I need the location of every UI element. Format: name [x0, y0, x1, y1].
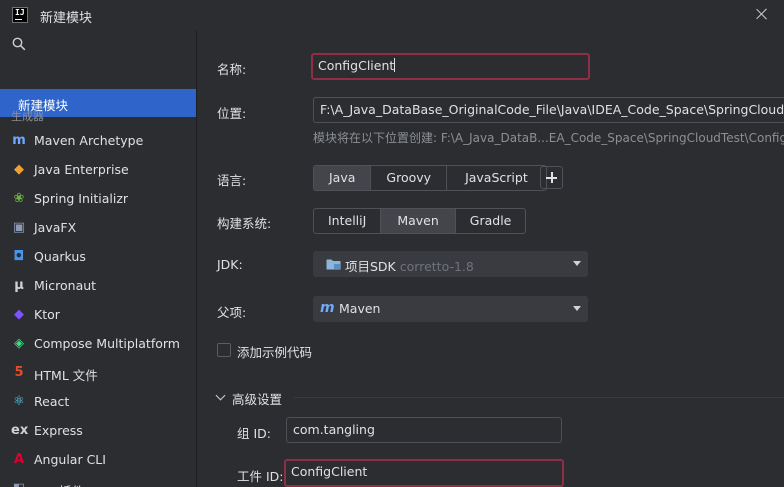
sidebar-item-label: JavaFX [34, 220, 77, 235]
sidebar-item-ktor[interactable]: ◆ Ktor [0, 301, 196, 330]
sidebar-item-javafx[interactable]: ▣ JavaFX [0, 214, 196, 243]
sidebar-item-label: HTML 文件 [34, 368, 98, 383]
html5-icon: 5 [14, 365, 24, 380]
chevron-down-icon [215, 390, 226, 401]
build-option-gradle[interactable]: Gradle [456, 209, 526, 233]
group-id-value: com.tangling [293, 422, 375, 437]
sidebar-item-label: Maven Archetype [34, 133, 144, 148]
name-input[interactable]: ConfigClient [311, 53, 590, 80]
javafx-icon: ▣ [12, 220, 26, 235]
sidebar-item-micronaut[interactable]: μ Micronaut [0, 272, 196, 301]
folder-icon [326, 259, 341, 270]
angular-icon: A [13, 452, 25, 467]
jdk-version: corretto-1.8 [399, 259, 474, 274]
add-language-button[interactable] [540, 166, 563, 189]
sample-code-checkbox[interactable] [217, 343, 231, 357]
location-input-value: F:\A_Java_DataBase_OriginalCode_File\Jav… [320, 102, 784, 117]
language-label: 语言: [217, 173, 247, 188]
section-divider [294, 397, 784, 398]
chevron-down-icon [573, 306, 581, 311]
language-selector: Java Groovy JavaScript [313, 165, 547, 191]
micronaut-icon: μ [14, 278, 24, 293]
sidebar-item-spring[interactable]: ❀ Spring Initializr [0, 185, 196, 214]
advanced-settings-label: 高级设置 [232, 392, 283, 407]
artifact-id-label: 工件 ID: [237, 469, 284, 484]
group-id-input[interactable]: com.tangling [286, 417, 562, 443]
sidebar-item-react[interactable]: ⚛ React [0, 388, 196, 417]
location-hint: 模块将在以下位置创建: F:\A_Java_DataB...EA_Code_Sp… [313, 131, 784, 145]
sidebar: 新建模块 生成器 m Maven Archetype ◆ Java Enterpris… [0, 30, 197, 487]
java-enterprise-icon: ◆ [14, 162, 24, 177]
sidebar-item-express[interactable]: ex Express [0, 417, 196, 446]
build-option-intellij[interactable]: IntelliJ [314, 209, 382, 233]
sidebar-item-label: React [34, 394, 70, 409]
sample-code-label: 添加示例代码 [237, 345, 313, 360]
sidebar-item-maven[interactable]: m Maven Archetype [0, 127, 196, 156]
language-option-groovy[interactable]: Groovy [371, 166, 448, 190]
jdk-value: 项目SDK [345, 259, 396, 274]
sidebar-item-label: Micronaut [34, 278, 97, 293]
language-option-javascript[interactable]: JavaScript [447, 166, 546, 190]
sidebar-item-label: Angular CLI [34, 452, 106, 467]
close-icon[interactable] [754, 6, 770, 22]
text-caret [394, 58, 396, 72]
location-input[interactable]: F:\A_Java_DataBase_OriginalCode_File\Jav… [313, 97, 784, 123]
build-system-label: 构建系统: [217, 216, 272, 231]
sidebar-item-label: Express [34, 423, 83, 438]
window-title: 新建模块 [40, 11, 93, 26]
sidebar-item-label: Ktor [34, 307, 60, 322]
search-icon[interactable] [12, 37, 26, 51]
sidebar-item-angular[interactable]: A Angular CLI [0, 446, 196, 475]
sidebar-item-java-enterprise[interactable]: ◆ Java Enterprise [0, 156, 196, 185]
sidebar-item-compose[interactable]: ◈ Compose Multiplatform [0, 330, 196, 359]
artifact-id-input[interactable]: ConfigClient [284, 459, 564, 487]
chevron-down-icon [573, 261, 581, 266]
name-input-value: ConfigClient [318, 58, 395, 73]
language-option-java[interactable]: Java [314, 166, 372, 190]
title-bar: IJ 新建模块 [0, 0, 784, 30]
parent-label: 父项: [217, 305, 247, 320]
name-label: 名称: [217, 62, 247, 77]
maven-icon: m [12, 133, 26, 148]
jdk-label: JDK: [217, 257, 243, 272]
sidebar-item-label: Java Enterprise [34, 162, 129, 177]
module-form: 名称: ConfigClient 位置: F:\A_Java_DataBase_… [198, 30, 784, 487]
sidebar-item-label: Quarkus [34, 249, 86, 264]
compose-icon: ◈ [14, 336, 24, 351]
express-icon: ex [11, 423, 29, 438]
intellij-logo-icon: IJ [12, 7, 28, 23]
react-icon: ⚛ [13, 394, 25, 409]
maven-icon: m [320, 300, 335, 316]
build-option-maven[interactable]: Maven [381, 209, 456, 233]
sidebar-item-ide-plugin[interactable]: ◧ IDE 插件 [0, 475, 196, 487]
build-system-selector: IntelliJ Maven Gradle [313, 208, 527, 234]
ktor-icon: ◆ [14, 307, 24, 322]
jdk-dropdown[interactable]: 项目SDK corretto-1.8 [313, 251, 588, 277]
sidebar-item-html5[interactable]: 5 HTML 文件 [0, 359, 196, 388]
spring-icon: ❀ [13, 191, 25, 206]
parent-dropdown[interactable]: m Maven [313, 296, 588, 322]
ide-plugin-icon: ◧ [11, 481, 27, 487]
parent-value: Maven [339, 301, 381, 316]
sidebar-item-label: Compose Multiplatform [34, 336, 180, 351]
sidebar-group-generators: 生成器 [11, 110, 44, 123]
sidebar-item-quarkus[interactable]: ◘ Quarkus [0, 243, 196, 272]
location-label: 位置: [217, 106, 247, 121]
quarkus-icon: ◘ [13, 249, 25, 264]
sidebar-item-label: IDE 插件 [34, 481, 84, 487]
sidebar-item-label: Spring Initializr [34, 191, 129, 206]
group-id-label: 组 ID: [237, 426, 271, 441]
artifact-id-value: ConfigClient [291, 464, 368, 479]
